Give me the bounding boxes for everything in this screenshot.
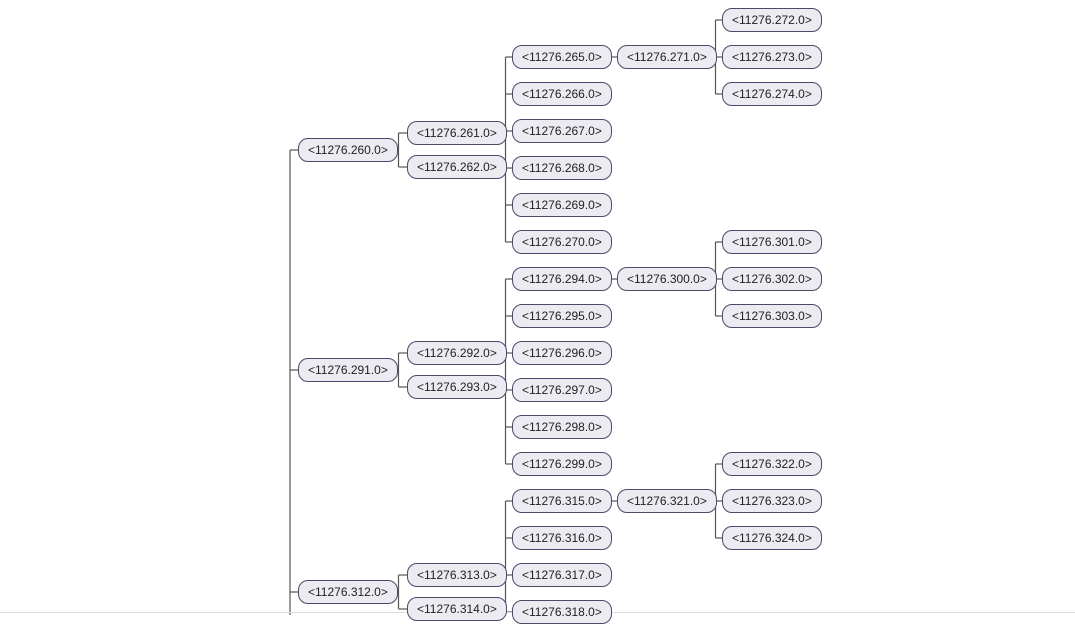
tree-node-272[interactable]: <11276.272.0> [722,8,822,32]
tree-node-261[interactable]: <11276.261.0> [407,121,507,145]
tree-node-293[interactable]: <11276.293.0> [407,375,507,399]
tree-node-292[interactable]: <11276.292.0> [407,341,507,365]
tree-node-269[interactable]: <11276.269.0> [512,193,612,217]
tree-node-265[interactable]: <11276.265.0> [512,45,612,69]
tree-node-296[interactable]: <11276.296.0> [512,341,612,365]
tree-node-303[interactable]: <11276.303.0> [722,304,822,328]
tree-node-313[interactable]: <11276.313.0> [407,563,507,587]
tree-node-291[interactable]: <11276.291.0> [298,358,398,382]
tree-node-267[interactable]: <11276.267.0> [512,119,612,143]
tree-node-314[interactable]: <11276.314.0> [407,597,507,621]
tree-node-295[interactable]: <11276.295.0> [512,304,612,328]
tree-node-298[interactable]: <11276.298.0> [512,415,612,439]
tree-node-312[interactable]: <11276.312.0> [298,580,398,604]
tree-node-266[interactable]: <11276.266.0> [512,82,612,106]
tree-node-322[interactable]: <11276.322.0> [722,452,822,476]
tree-node-294[interactable]: <11276.294.0> [512,267,612,291]
tree-node-300[interactable]: <11276.300.0> [617,267,717,291]
tree-node-302[interactable]: <11276.302.0> [722,267,822,291]
tree-node-268[interactable]: <11276.268.0> [512,156,612,180]
tree-node-301[interactable]: <11276.301.0> [722,230,822,254]
tree-node-323[interactable]: <11276.323.0> [722,489,822,513]
tree-node-297[interactable]: <11276.297.0> [512,378,612,402]
tree-node-324[interactable]: <11276.324.0> [722,526,822,550]
tree-node-299[interactable]: <11276.299.0> [512,452,612,476]
tree-node-318[interactable]: <11276.318.0> [512,600,612,624]
tree-node-271[interactable]: <11276.271.0> [617,45,717,69]
tree-node-270[interactable]: <11276.270.0> [512,230,612,254]
tree-node-260[interactable]: <11276.260.0> [298,138,398,162]
tree-node-262[interactable]: <11276.262.0> [407,155,507,179]
tree-canvas: <11276.260.0><11276.261.0><11276.262.0><… [0,0,1075,615]
tree-node-273[interactable]: <11276.273.0> [722,45,822,69]
tree-node-315[interactable]: <11276.315.0> [512,489,612,513]
tree-node-316[interactable]: <11276.316.0> [512,526,612,550]
tree-node-317[interactable]: <11276.317.0> [512,563,612,587]
tree-node-321[interactable]: <11276.321.0> [617,489,717,513]
tree-node-274[interactable]: <11276.274.0> [722,82,822,106]
